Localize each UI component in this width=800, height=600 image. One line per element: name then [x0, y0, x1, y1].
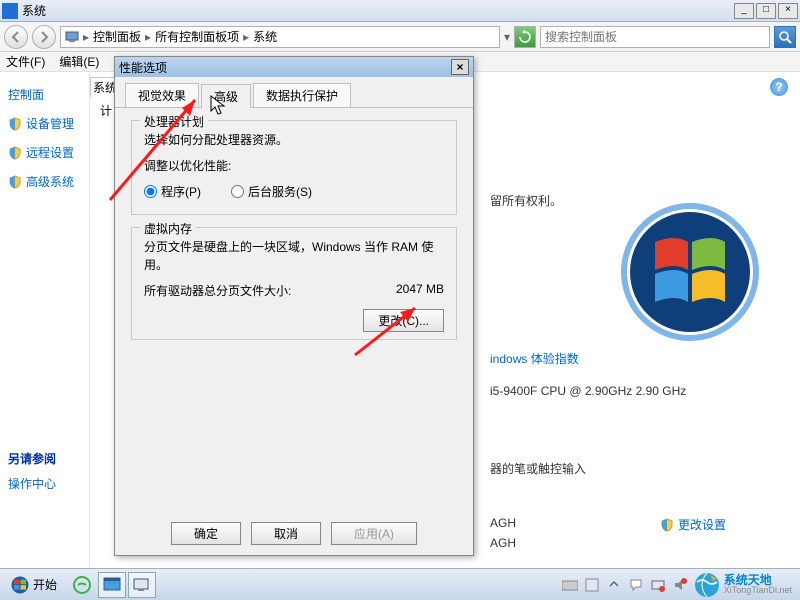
breadcrumb[interactable]: ▸ 控制面板 ▸ 所有控制面板项 ▸ 系统	[60, 26, 500, 48]
windows-logo	[620, 202, 760, 342]
partial-label: 计	[100, 102, 112, 119]
brand-url: XiTongTianDi.net	[724, 586, 792, 595]
minimize-button[interactable]: _	[734, 3, 754, 19]
tab-visual-effects[interactable]: 视觉效果	[125, 83, 199, 107]
tray-chevron-icon[interactable]	[606, 577, 622, 593]
vm-legend: 虚拟内存	[140, 220, 196, 237]
back-button[interactable]	[4, 25, 28, 49]
dialog-close-button[interactable]: ×	[451, 59, 469, 75]
sidebar-home[interactable]: 控制面	[8, 86, 85, 103]
sidebar-advanced-system[interactable]: 高级系统	[8, 173, 85, 190]
sched-desc: 选择如何分配处理器资源。	[144, 131, 444, 149]
sched-legend: 处理器计划	[140, 113, 208, 130]
sidebar-device-manager[interactable]: 设备管理	[8, 115, 85, 132]
taskbar-browser[interactable]	[68, 572, 96, 598]
sched-adjust: 调整以优化性能:	[144, 157, 444, 175]
forward-button[interactable]	[32, 25, 56, 49]
pen-text: 器的笔或触控输入	[490, 460, 586, 477]
vm-desc: 分页文件是硬盘上的一块区域，Windows 当作 RAM 使用。	[144, 238, 444, 274]
change-vm-button[interactable]: 更改(C)...	[363, 309, 444, 332]
ok-button[interactable]: 确定	[171, 522, 241, 545]
change-settings-link[interactable]: 更改设置	[660, 516, 726, 533]
processor-scheduling-group: 处理器计划 选择如何分配处理器资源。 调整以优化性能: 程序(P) 后台服务(S…	[131, 120, 457, 215]
radio-services[interactable]: 后台服务(S)	[231, 183, 312, 200]
window-title: 系统	[22, 2, 732, 19]
taskbar-control-panel[interactable]	[98, 572, 126, 598]
menu-file[interactable]: 文件(F)	[6, 53, 45, 70]
start-button[interactable]: 开始	[2, 573, 66, 597]
shield-icon	[660, 518, 674, 532]
help-icon[interactable]: ?	[770, 78, 788, 96]
see-also-heading: 另请参阅	[8, 450, 85, 467]
system-tray: 系统天地 XiTongTianDi.net	[562, 572, 798, 598]
virtual-memory-group: 虚拟内存 分页文件是硬盘上的一块区域，Windows 当作 RAM 使用。 所有…	[131, 227, 457, 340]
shield-icon	[8, 117, 22, 131]
search-icon	[778, 30, 792, 44]
brand-globe-icon	[694, 572, 720, 598]
tray-action-center-icon[interactable]	[628, 577, 644, 593]
agh1-text: AGH	[490, 516, 516, 530]
wei-link[interactable]: indows 体验指数	[490, 350, 579, 367]
dialog-buttons: 确定 取消 应用(A)	[115, 522, 473, 545]
search-input[interactable]	[545, 30, 765, 44]
start-label: 开始	[33, 576, 57, 593]
dialog-tabs: 视觉效果 高级 数据执行保护	[115, 77, 473, 108]
address-bar: ▸ 控制面板 ▸ 所有控制面板项 ▸ 系统 ▾	[0, 22, 800, 52]
vm-total-label: 所有驱动器总分页文件大小:	[144, 282, 291, 299]
dialog-titlebar: 性能选项 ×	[115, 57, 473, 77]
tab-dep[interactable]: 数据执行保护	[253, 83, 351, 107]
brand-watermark: 系统天地 XiTongTianDi.net	[694, 572, 792, 598]
panel-icon	[102, 575, 122, 595]
vm-total-value: 2047 MB	[396, 282, 444, 299]
system-icon	[132, 575, 152, 595]
cancel-button[interactable]: 取消	[251, 522, 321, 545]
browser-icon	[72, 575, 92, 595]
tray-show-desktop[interactable]	[584, 577, 600, 593]
refresh-icon	[518, 30, 532, 44]
tray-keyboard-icon[interactable]	[562, 577, 578, 593]
taskbar-system-properties[interactable]	[128, 572, 156, 598]
radio-programs[interactable]: 程序(P)	[144, 183, 201, 200]
search-button[interactable]	[774, 26, 796, 48]
window-icon	[2, 3, 18, 19]
performance-options-dialog: 性能选项 × 视觉效果 高级 数据执行保护 处理器计划 选择如何分配处理器资源。…	[114, 56, 474, 556]
crumb-control-panel[interactable]: 控制面板	[93, 28, 141, 45]
close-button[interactable]: ×	[778, 3, 798, 19]
refresh-button[interactable]	[514, 26, 536, 48]
search-box[interactable]	[540, 26, 770, 48]
maximize-button[interactable]: □	[756, 3, 776, 19]
windows-orb-icon	[11, 576, 29, 594]
menu-edit[interactable]: 编辑(E)	[59, 53, 99, 70]
agh2-text: AGH	[490, 536, 516, 550]
cpu-text: i5-9400F CPU @ 2.90GHz 2.90 GHz	[490, 384, 686, 398]
dialog-title: 性能选项	[119, 59, 451, 76]
taskbar: 开始 系统天地 XiTongTianDi.net	[0, 568, 800, 600]
apply-button[interactable]: 应用(A)	[331, 522, 417, 545]
computer-icon	[65, 30, 79, 44]
shield-icon	[8, 146, 22, 160]
crumb-system[interactable]: 系统	[253, 28, 277, 45]
left-sidebar: 控制面 设备管理 远程设置 高级系统 另请参阅 操作中心	[0, 72, 90, 580]
copyright-text: 留所有权利。	[490, 192, 562, 209]
tray-network-icon[interactable]	[650, 577, 666, 593]
tray-volume-icon[interactable]	[672, 577, 688, 593]
shield-icon	[8, 175, 22, 189]
crumb-all-items[interactable]: 所有控制面板项	[155, 28, 239, 45]
sidebar-action-center[interactable]: 操作中心	[8, 475, 85, 492]
back-arrow-icon	[10, 31, 22, 43]
forward-arrow-icon	[38, 31, 50, 43]
tab-advanced[interactable]: 高级	[201, 84, 251, 108]
window-titlebar: 系统 _ □ ×	[0, 0, 800, 22]
tab-panel-advanced: 处理器计划 选择如何分配处理器资源。 调整以优化性能: 程序(P) 后台服务(S…	[115, 108, 473, 364]
sidebar-remote[interactable]: 远程设置	[8, 144, 85, 161]
